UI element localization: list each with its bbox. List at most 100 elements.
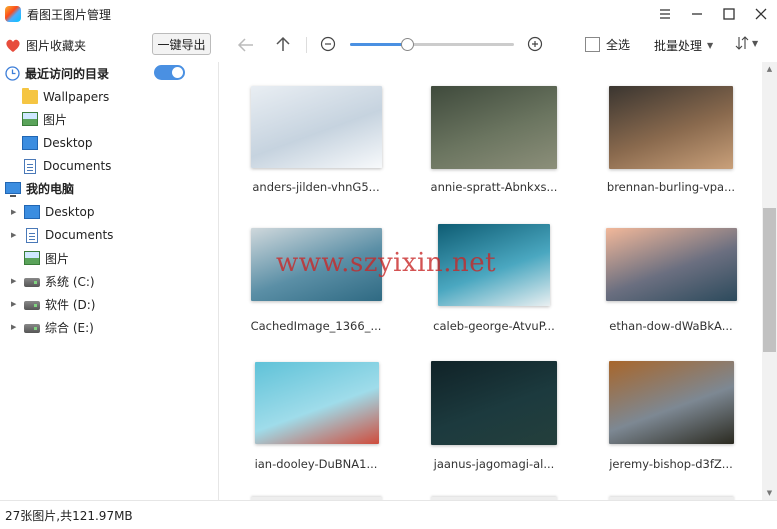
select-all-label: 全选 bbox=[606, 38, 631, 52]
sidebar-item-label: Documents bbox=[45, 228, 114, 242]
favorites-label: 图片收藏夹 bbox=[26, 38, 87, 53]
close-button[interactable] bbox=[745, 0, 777, 28]
batch-process-dropdown[interactable]: 批量处理 ▼ bbox=[654, 37, 713, 54]
image-caption: ian-dooley-DuBNA1... bbox=[254, 457, 378, 471]
drive-icon bbox=[24, 278, 40, 287]
sort-dropdown[interactable]: ▼ bbox=[735, 36, 758, 50]
menu-icon bbox=[660, 9, 670, 19]
my-computer-header[interactable]: 我的电脑 bbox=[5, 177, 74, 199]
sidebar-item-drive-c[interactable]: ▶ 系统 (C:) bbox=[11, 270, 95, 292]
maximize-button[interactable] bbox=[713, 0, 745, 28]
documents-icon bbox=[26, 227, 38, 243]
computer-icon bbox=[5, 182, 21, 197]
sidebar-item-pc-desktop[interactable]: ▶ Desktop bbox=[11, 201, 95, 223]
image-caption: CachedImage_1366_... bbox=[250, 319, 382, 333]
image-thumbnail[interactable] bbox=[431, 86, 557, 169]
expand-arrow-icon[interactable]: ▶ bbox=[11, 300, 19, 308]
up-arrow-icon[interactable] bbox=[273, 34, 293, 54]
image-thumbnail[interactable] bbox=[431, 361, 557, 445]
export-button[interactable]: 一键导出 bbox=[152, 33, 211, 55]
sidebar-item-label: 图片 bbox=[45, 251, 70, 266]
gallery-scrollbar[interactable]: ▲ ▼ bbox=[762, 62, 777, 500]
image-caption: jaanus-jagomagi-al... bbox=[433, 457, 555, 471]
sidebar-item-label: 综合 (E:) bbox=[45, 320, 94, 335]
expand-arrow-icon[interactable]: ▶ bbox=[11, 231, 19, 239]
clock-icon bbox=[5, 65, 20, 81]
sidebar-item-label: Documents bbox=[43, 159, 112, 173]
expand-arrow-icon[interactable]: ▶ bbox=[11, 208, 19, 216]
status-bar: 27张图片,共121.97MB bbox=[0, 500, 777, 529]
documents-icon bbox=[24, 158, 36, 174]
window-controls bbox=[649, 0, 777, 28]
minimize-icon bbox=[692, 13, 702, 15]
image-caption: brennan-burling-vpa... bbox=[606, 180, 736, 194]
maximize-icon bbox=[723, 8, 735, 20]
recent-dirs-header[interactable]: 最近访问的目录 bbox=[5, 62, 109, 84]
my-computer-label: 我的电脑 bbox=[26, 181, 75, 196]
image-count-summary: 27张图片,共121.97MB bbox=[5, 508, 133, 523]
zoom-in-icon[interactable] bbox=[527, 36, 543, 52]
sidebar: 最近访问的目录 Wallpapers 图片 Desktop Documents … bbox=[0, 62, 219, 500]
heart-icon bbox=[6, 39, 20, 52]
zoom-out-icon[interactable] bbox=[320, 36, 336, 52]
zoom-slider-handle[interactable] bbox=[401, 38, 415, 51]
image-caption: caleb-george-AtvuP... bbox=[433, 319, 555, 333]
menu-button[interactable] bbox=[649, 0, 681, 28]
sidebar-item-label: Wallpapers bbox=[43, 90, 110, 104]
select-all-checkbox[interactable]: 全选 bbox=[585, 36, 630, 53]
image-caption: jeremy-bishop-d3fZ... bbox=[609, 457, 733, 471]
image-grid: anders-jilden-vhnG5... annie-spratt-Abnk… bbox=[220, 62, 762, 500]
image-thumbnail[interactable] bbox=[609, 361, 734, 444]
watermark: www.szyixin.net bbox=[276, 248, 497, 278]
image-folder-icon bbox=[22, 112, 38, 126]
sidebar-item-pc-documents[interactable]: ▶ Documents bbox=[11, 224, 113, 246]
favorites-button[interactable]: 图片收藏夹 bbox=[5, 37, 86, 54]
image-thumbnail[interactable] bbox=[606, 228, 737, 301]
sidebar-item-desktop[interactable]: Desktop bbox=[22, 132, 93, 154]
chevron-down-icon: ▼ bbox=[707, 41, 714, 50]
image-folder-icon bbox=[24, 251, 40, 265]
expand-arrow-icon[interactable]: ▶ bbox=[11, 323, 19, 331]
toolbar-divider bbox=[306, 37, 307, 53]
zoom-slider[interactable] bbox=[350, 38, 514, 51]
app-logo-icon bbox=[5, 6, 21, 22]
recent-dirs-toggle[interactable] bbox=[154, 65, 185, 80]
image-caption: ethan-dow-dWaBkA... bbox=[609, 319, 733, 333]
close-icon bbox=[755, 8, 767, 20]
desktop-icon bbox=[24, 205, 40, 219]
image-caption: annie-spratt-Abnkxs... bbox=[430, 180, 558, 194]
sidebar-item-documents[interactable]: Documents bbox=[22, 155, 111, 177]
sidebar-item-pc-pictures[interactable]: ▶ 图片 bbox=[11, 247, 69, 269]
sidebar-item-label: Desktop bbox=[43, 136, 93, 150]
image-thumbnail[interactable] bbox=[251, 86, 382, 168]
image-thumbnail[interactable] bbox=[609, 86, 733, 169]
zoom-slider-fill bbox=[350, 43, 408, 46]
scroll-down-icon[interactable]: ▼ bbox=[762, 486, 777, 500]
folder-icon bbox=[22, 88, 38, 104]
sidebar-item-drive-e[interactable]: ▶ 综合 (E:) bbox=[11, 316, 94, 338]
chevron-down-icon: ▼ bbox=[752, 38, 759, 48]
sidebar-item-label: Desktop bbox=[45, 205, 95, 219]
sidebar-item-label: 图片 bbox=[43, 112, 68, 127]
drive-icon bbox=[24, 324, 40, 333]
sidebar-item-pictures[interactable]: 图片 bbox=[22, 108, 67, 130]
sort-icon bbox=[735, 36, 749, 50]
back-arrow-icon[interactable] bbox=[236, 35, 256, 55]
batch-process-label: 批量处理 bbox=[654, 39, 703, 53]
recent-dirs-label: 最近访问的目录 bbox=[25, 66, 110, 81]
minimize-button[interactable] bbox=[681, 0, 713, 28]
sidebar-item-wallpapers[interactable]: Wallpapers bbox=[22, 86, 109, 108]
desktop-icon bbox=[22, 136, 38, 150]
window-title: 看图王图片管理 bbox=[27, 7, 112, 22]
scrollbar-thumb[interactable] bbox=[763, 208, 776, 352]
checkbox-box[interactable] bbox=[585, 37, 600, 52]
image-caption: anders-jilden-vhnG5... bbox=[252, 180, 380, 194]
drive-icon bbox=[24, 301, 40, 310]
sidebar-item-drive-d[interactable]: ▶ 软件 (D:) bbox=[11, 293, 95, 315]
toolbar: 图片收藏夹 一键导出 全选 批量处理 ▼ ▼ bbox=[0, 28, 777, 62]
sidebar-item-label: 系统 (C:) bbox=[45, 274, 95, 289]
image-thumbnail[interactable] bbox=[255, 362, 379, 444]
expand-arrow-icon[interactable]: ▶ bbox=[11, 277, 19, 285]
scroll-up-icon[interactable]: ▲ bbox=[762, 62, 777, 76]
title-bar: 看图王图片管理 bbox=[0, 0, 777, 28]
